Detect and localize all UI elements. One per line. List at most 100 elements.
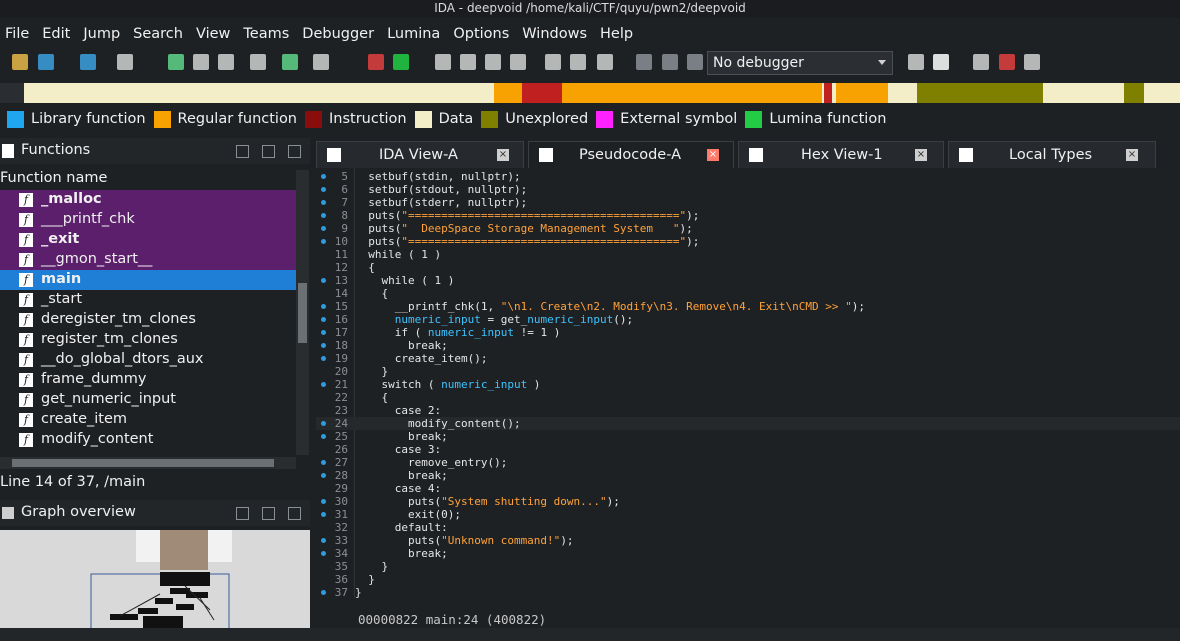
code-line[interactable]: 15 __printf_chk(1, "\n1. Create\n2. Modi… xyxy=(316,300,1180,313)
open-folder-icon[interactable] xyxy=(12,54,28,70)
menu-teams[interactable]: Teams xyxy=(243,26,289,42)
menu-edit[interactable]: Edit xyxy=(42,26,70,42)
tab-local-types[interactable]: Local Types × xyxy=(948,141,1156,168)
breakpoint-dot-icon[interactable] xyxy=(321,304,326,309)
code-line[interactable]: 8 puts("================================… xyxy=(316,209,1180,222)
code-line[interactable]: 33 puts("Unknown command!"); xyxy=(316,534,1180,547)
stop-icon[interactable] xyxy=(368,54,384,70)
play-icon[interactable] xyxy=(636,54,652,70)
code-line[interactable]: 11 while ( 1 ) xyxy=(316,248,1180,261)
breakpoint-dot-icon[interactable] xyxy=(321,239,326,244)
scrollbar-thumb[interactable] xyxy=(12,459,274,467)
run-icon[interactable] xyxy=(393,54,409,70)
breakpoint-dot-icon[interactable] xyxy=(321,278,326,283)
scrollbar-thumb[interactable] xyxy=(298,283,307,343)
tool-icon[interactable] xyxy=(435,54,451,70)
close-icon[interactable]: × xyxy=(497,149,509,161)
code-line[interactable]: 37} xyxy=(316,586,1180,599)
minimize-button[interactable] xyxy=(236,145,249,158)
code-line[interactable]: 20 } xyxy=(316,365,1180,378)
code-line[interactable]: 13 while ( 1 ) xyxy=(316,274,1180,287)
code-line[interactable]: 9 puts(" DeepSpace Storage Management Sy… xyxy=(316,222,1180,235)
float-button[interactable] xyxy=(262,507,275,520)
menu-options[interactable]: Options xyxy=(453,26,509,42)
code-line[interactable]: 28 break; xyxy=(316,469,1180,482)
function-row-create_item[interactable]: f create_item xyxy=(0,410,296,430)
code-line[interactable]: 12 { xyxy=(316,261,1180,274)
navigation-band[interactable] xyxy=(24,83,1180,103)
hex-icon[interactable] xyxy=(168,54,184,70)
enum-icon[interactable] xyxy=(218,54,234,70)
function-row-deregister_tm_clones[interactable]: f deregister_tm_clones xyxy=(0,310,296,330)
function-row-frame_dummy[interactable]: f frame_dummy xyxy=(0,370,296,390)
breakpoint-dot-icon[interactable] xyxy=(321,512,326,517)
breakpoint-dot-icon[interactable] xyxy=(321,460,326,465)
code-line[interactable]: 7 setbuf(stderr, nullptr); xyxy=(316,196,1180,209)
function-row-register_tm_clones[interactable]: f register_tm_clones xyxy=(0,330,296,350)
code-line[interactable]: 35 } xyxy=(316,560,1180,573)
graph-overview-canvas[interactable] xyxy=(0,530,310,630)
code-line[interactable]: 29 case 4: xyxy=(316,482,1180,495)
function-row-_start[interactable]: f _start xyxy=(0,290,296,310)
close-button[interactable] xyxy=(288,145,301,158)
struct-icon[interactable] xyxy=(193,54,209,70)
breakpoint-dot-icon[interactable] xyxy=(321,330,326,335)
menu-file[interactable]: File xyxy=(5,26,29,42)
breakpoint-dot-icon[interactable] xyxy=(321,499,326,504)
code-line[interactable]: 30 puts("System shutting down..."); xyxy=(316,495,1180,508)
function-name-column-header[interactable]: Function name xyxy=(0,170,296,190)
breakpoint-dot-icon[interactable] xyxy=(321,213,326,218)
brush-icon[interactable] xyxy=(570,54,586,70)
breakpoint-dot-icon[interactable] xyxy=(321,382,326,387)
breakpoint-dot-icon[interactable] xyxy=(321,538,326,543)
function-row-get_numeric_input[interactable]: f get_numeric_input xyxy=(0,390,296,410)
nav-band-arrow[interactable] xyxy=(0,83,24,103)
code-line[interactable]: 14 { xyxy=(316,287,1180,300)
pause-icon[interactable] xyxy=(662,54,678,70)
code-line[interactable]: 26 case 3: xyxy=(316,443,1180,456)
breakpoint-dot-icon[interactable] xyxy=(321,343,326,348)
breakpoint-dot-icon[interactable] xyxy=(321,434,326,439)
breakpoint-dot-icon[interactable] xyxy=(321,226,326,231)
tool-icon[interactable] xyxy=(545,54,561,70)
debug-tool-icon[interactable] xyxy=(933,54,949,70)
menu-debugger[interactable]: Debugger xyxy=(302,26,374,42)
code-line[interactable]: 10 puts("===============================… xyxy=(316,235,1180,248)
code-line[interactable]: 23 case 2: xyxy=(316,404,1180,417)
code-line[interactable]: 25 break; xyxy=(316,430,1180,443)
code-line[interactable]: 32 default: xyxy=(316,521,1180,534)
tab-pseudocode-a[interactable]: Pseudocode-A × xyxy=(528,141,734,168)
list-icon[interactable] xyxy=(999,54,1015,70)
down-arrow-icon[interactable] xyxy=(282,54,298,70)
code-line[interactable]: 16 numeric_input = get_numeric_input(); xyxy=(316,313,1180,326)
function-row-__gmon_start__[interactable]: f __gmon_start__ xyxy=(0,250,296,270)
menu-help[interactable]: Help xyxy=(600,26,633,42)
close-icon[interactable]: × xyxy=(707,149,719,161)
back-arrow-icon[interactable] xyxy=(80,54,96,70)
list-icon[interactable] xyxy=(973,54,989,70)
code-line[interactable]: 31 exit(0); xyxy=(316,508,1180,521)
save-icon[interactable] xyxy=(38,54,54,70)
code-line[interactable]: 18 break; xyxy=(316,339,1180,352)
code-line[interactable]: 24 modify_content(); xyxy=(316,417,1180,430)
code-line[interactable]: 27 remove_entry(); xyxy=(316,456,1180,469)
menu-search[interactable]: Search xyxy=(133,26,183,42)
function-row-_exit[interactable]: f _exit xyxy=(0,230,296,250)
menu-view[interactable]: View xyxy=(196,26,230,42)
breakpoint-dot-icon[interactable] xyxy=(321,473,326,478)
breakpoint-dot-icon[interactable] xyxy=(321,200,326,205)
tool-icon[interactable] xyxy=(485,54,501,70)
menu-lumina[interactable]: Lumina xyxy=(387,26,440,42)
pseudocode-view[interactable]: 5 setbuf(stdin, nullptr); 6 setbuf(stdout… xyxy=(316,168,1180,628)
code-line[interactable]: 36 } xyxy=(316,573,1180,586)
list-icon[interactable] xyxy=(1024,54,1040,70)
close-icon[interactable]: × xyxy=(915,149,927,161)
function-row-main[interactable]: f main xyxy=(0,270,296,290)
function-row-__do_global_dtors_aux[interactable]: f __do_global_dtors_aux xyxy=(0,350,296,370)
minimize-button[interactable] xyxy=(236,507,249,520)
float-button[interactable] xyxy=(262,145,275,158)
close-button[interactable] xyxy=(288,507,301,520)
code-line[interactable]: 6 setbuf(stdout, nullptr); xyxy=(316,183,1180,196)
stop-debug-icon[interactable] xyxy=(687,54,703,70)
breakpoint-dot-icon[interactable] xyxy=(321,421,326,426)
